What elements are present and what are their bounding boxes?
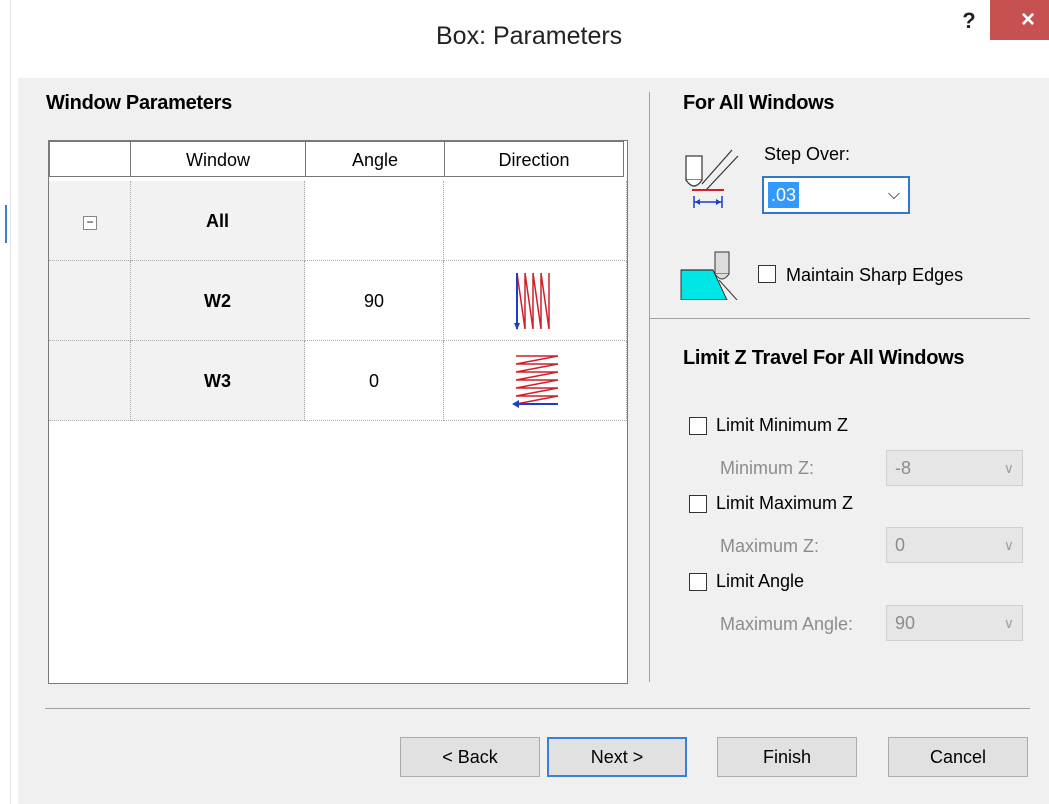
row-header-cell: [49, 341, 131, 421]
right-divider: [650, 318, 1030, 319]
limit-maximum-z-label: Limit Maximum Z: [716, 493, 854, 513]
window-edge: [10, 0, 11, 804]
angle-cell[interactable]: 0: [305, 341, 444, 421]
limit-angle-checkbox[interactable]: [689, 573, 707, 591]
window-cell: W2: [131, 261, 305, 341]
limit-z-heading: Limit Z Travel For All Windows: [683, 347, 965, 369]
for-all-windows-heading: For All Windows: [683, 92, 835, 114]
direction-cell[interactable]: [444, 181, 627, 261]
zigzag-horizontal-icon: [512, 355, 559, 408]
window-cell: W3: [131, 341, 305, 421]
minimum-z-value: -8: [895, 458, 912, 478]
maximum-z-value: 0: [895, 535, 906, 555]
table-row-w2[interactable]: W2 90: [49, 261, 627, 341]
grid-header-angle[interactable]: Angle: [305, 141, 445, 177]
limit-minimum-z-label: Limit Minimum Z: [716, 415, 849, 435]
collapse-icon[interactable]: −: [83, 216, 97, 230]
bottom-divider: [45, 708, 1030, 709]
step-over-value: .03: [768, 182, 800, 208]
maximum-angle-select[interactable]: 90 ∨: [886, 605, 1023, 641]
next-button[interactable]: Next >: [547, 737, 687, 777]
maximum-angle-label: Maximum Angle:: [720, 614, 854, 634]
angle-cell[interactable]: [305, 181, 444, 261]
cancel-button[interactable]: Cancel: [888, 737, 1028, 777]
limit-angle-label: Limit Angle: [716, 571, 805, 591]
sharp-edges-tool-icon: [680, 251, 738, 300]
finish-button[interactable]: Finish: [717, 737, 857, 777]
table-row-w3[interactable]: W3 0: [49, 341, 627, 421]
direction-cell[interactable]: [444, 341, 627, 421]
window-parameters-grid[interactable]: Window Angle Direction − All W2 90 W3 0: [48, 140, 628, 684]
angle-cell[interactable]: 90: [305, 261, 444, 341]
chevron-down-icon: ∨: [1003, 615, 1014, 631]
maximum-z-label: Maximum Z:: [720, 536, 819, 556]
maintain-sharp-edges-label: Maintain Sharp Edges: [786, 265, 964, 285]
box-parameters-dialog: Box: Parameters ? × Window Parameters Wi…: [18, 0, 1049, 804]
chevron-down-icon: ∨: [1003, 460, 1014, 476]
maximum-angle-value: 90: [895, 613, 916, 633]
title-bar: Box: Parameters ? ×: [18, 0, 1049, 78]
grid-header-window[interactable]: Window: [130, 141, 306, 177]
step-over-label: Step Over:: [764, 144, 851, 164]
row-header-cell: −: [49, 181, 131, 261]
vertical-divider: [649, 92, 650, 682]
dialog-title: Box: Parameters: [436, 22, 623, 50]
limit-minimum-z-checkbox[interactable]: [689, 417, 707, 435]
maximum-z-select[interactable]: 0 ∨: [886, 527, 1023, 563]
direction-cell[interactable]: [444, 261, 627, 341]
close-button[interactable]: ×: [990, 0, 1049, 40]
grid-header-direction[interactable]: Direction: [444, 141, 624, 177]
limit-maximum-z-checkbox[interactable]: [689, 495, 707, 513]
window-cell: All: [131, 181, 305, 261]
step-over-select[interactable]: .03 ⌵: [762, 176, 910, 214]
back-button[interactable]: < Back: [400, 737, 540, 777]
row-header-cell: [49, 261, 131, 341]
zigzag-vertical-icon: [514, 272, 550, 330]
minimum-z-select[interactable]: -8 ∨: [886, 450, 1023, 486]
help-button[interactable]: ?: [958, 8, 980, 36]
window-parameters-heading: Window Parameters: [46, 92, 232, 114]
grid-header-corner: [49, 141, 131, 177]
focus-edge-marker: [5, 205, 7, 243]
table-row-all[interactable]: − All: [49, 181, 627, 261]
step-over-tool-icon: [685, 149, 739, 208]
maintain-sharp-edges-checkbox[interactable]: [758, 265, 776, 283]
chevron-down-icon: ∨: [1003, 537, 1014, 553]
grid-header: Window Angle Direction: [49, 141, 627, 179]
chevron-down-icon: ⌵: [887, 186, 900, 203]
minimum-z-label: Minimum Z:: [720, 458, 814, 478]
